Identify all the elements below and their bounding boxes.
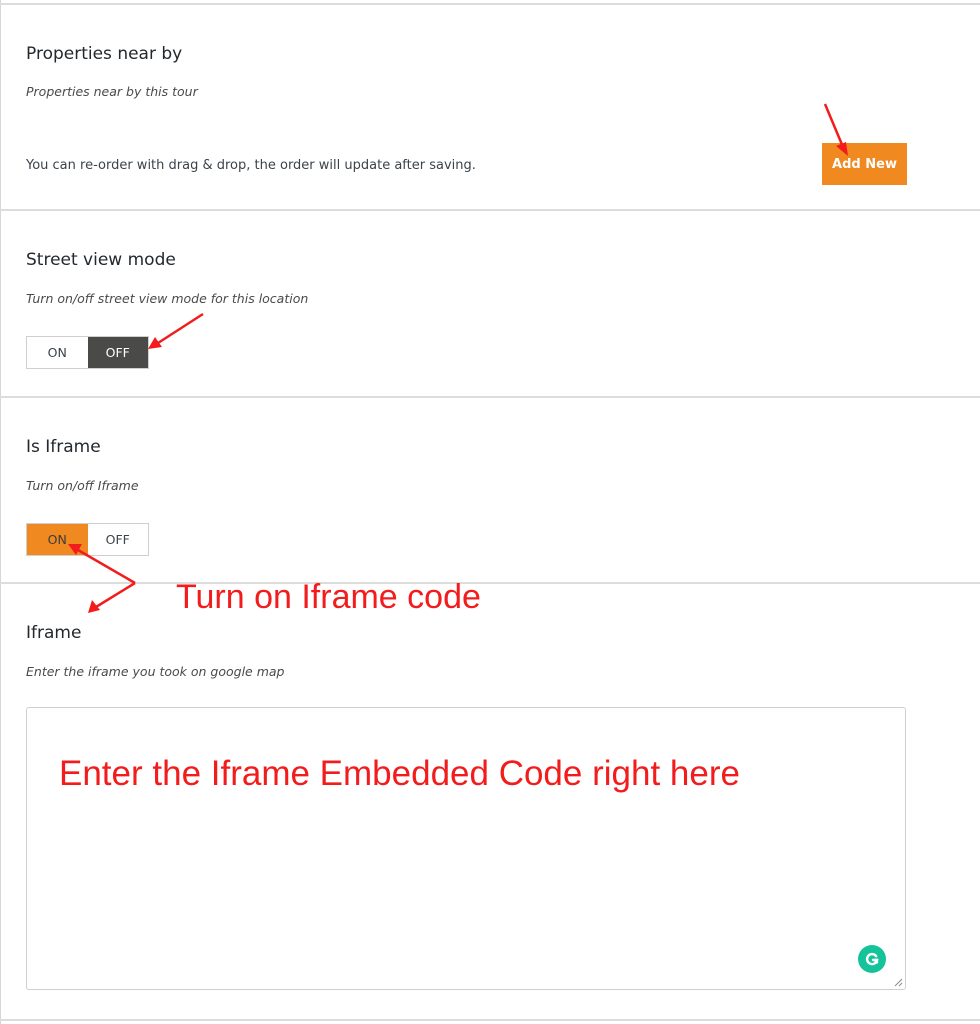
reorder-note: You can re-order with drag & drop, the o… bbox=[26, 158, 476, 173]
annotation-turn-on-iframe: Turn on Iframe code bbox=[176, 578, 481, 616]
iframe-title: Iframe bbox=[26, 623, 82, 643]
iframe-textarea-container bbox=[26, 707, 906, 990]
settings-page: Properties near by Properties near by th… bbox=[0, 0, 980, 1024]
street-view-toggle: ON OFF bbox=[26, 336, 149, 369]
is-iframe-toggle: ON OFF bbox=[26, 523, 149, 556]
resize-grip-icon[interactable] bbox=[893, 977, 903, 987]
divider bbox=[0, 209, 980, 211]
left-border bbox=[0, 0, 1, 1024]
is-iframe-on-option[interactable]: ON bbox=[27, 524, 88, 555]
is-iframe-off-option[interactable]: OFF bbox=[87, 524, 148, 555]
grammarly-icon[interactable] bbox=[858, 945, 886, 973]
divider bbox=[0, 582, 980, 584]
properties-near-by-description: Properties near by this tour bbox=[26, 84, 198, 99]
street-view-mode-title: Street view mode bbox=[26, 250, 176, 270]
is-iframe-description: Turn on/off Iframe bbox=[26, 478, 139, 493]
street-view-on-option[interactable]: ON bbox=[27, 337, 88, 368]
street-view-off-option[interactable]: OFF bbox=[87, 337, 148, 368]
street-view-mode-description: Turn on/off street view mode for this lo… bbox=[26, 291, 309, 306]
annotation-enter-iframe-code: Enter the Iframe Embedded Code right her… bbox=[59, 754, 740, 793]
iframe-description: Enter the iframe you took on google map bbox=[26, 664, 285, 679]
divider bbox=[0, 3, 980, 5]
divider bbox=[0, 396, 980, 398]
properties-near-by-title: Properties near by bbox=[26, 44, 183, 64]
iframe-textarea[interactable] bbox=[27, 708, 905, 989]
divider bbox=[0, 1019, 980, 1021]
is-iframe-title: Is Iframe bbox=[26, 437, 101, 457]
add-new-button[interactable]: Add New bbox=[822, 143, 907, 185]
arrow-to-street-view-off bbox=[148, 312, 204, 349]
